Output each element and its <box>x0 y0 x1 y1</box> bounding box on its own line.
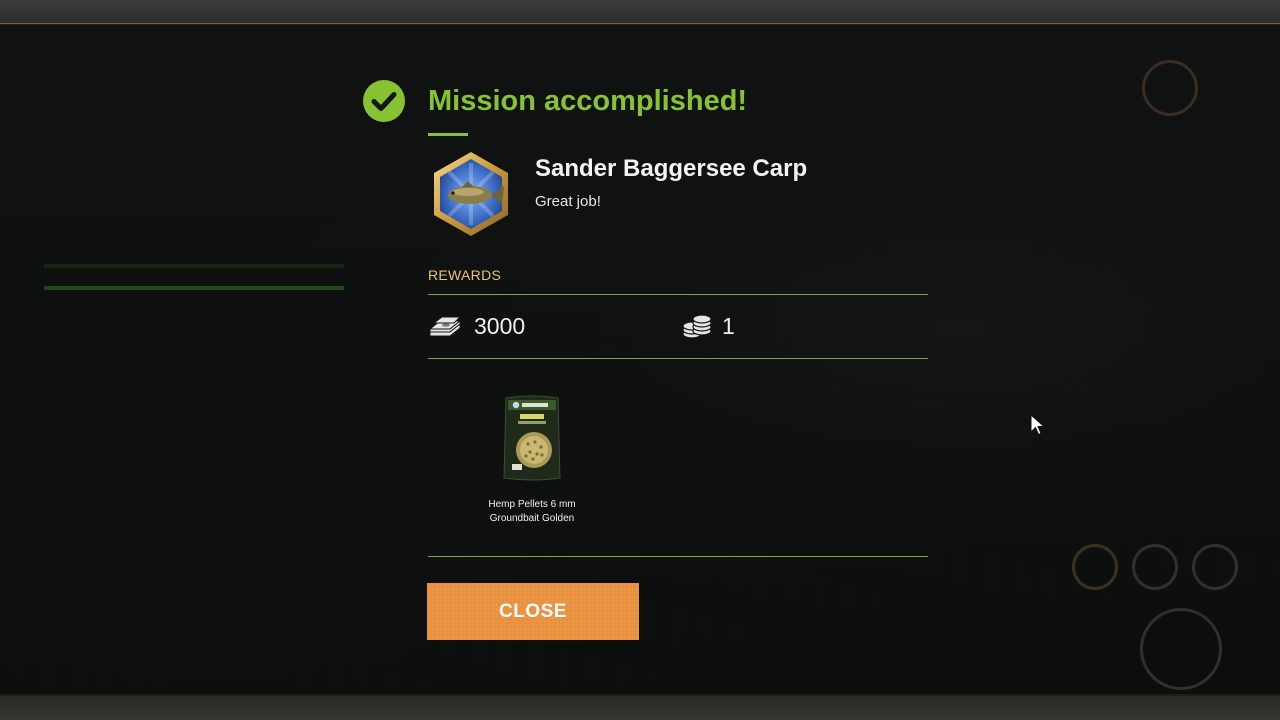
mission-name: Sander Baggersee Carp <box>535 155 808 182</box>
rewards-divider-middle <box>428 358 928 359</box>
reward-item-name-line2: Groundbait Golden <box>489 513 575 524</box>
hemp-pellets-bag-icon <box>503 395 561 481</box>
coin-stack-icon <box>682 314 712 339</box>
rewards-divider-top <box>428 294 928 295</box>
dialog-title: Mission accomplished! <box>428 85 748 117</box>
reward-item-name-line1: Hemp Pellets 6 mm <box>488 499 576 510</box>
title-underline <box>428 133 468 136</box>
cash-reward-value: 3000 <box>474 313 526 339</box>
close-button[interactable]: CLOSE <box>427 583 639 640</box>
fish-trophy-icon <box>434 152 508 236</box>
reward-item-name: Hemp Pellets 6 mm Groundbait Golden <box>470 498 594 526</box>
checkmark-icon <box>363 80 405 122</box>
coin-reward-value: 1 <box>722 313 735 339</box>
money-stack-icon <box>428 316 462 337</box>
mission-complete-dialog: Mission accomplished! Sander Baggersee C… <box>0 0 1280 720</box>
reward-item: Hemp Pellets 6 mm Groundbait Golden <box>470 390 594 530</box>
mouse-cursor-icon <box>1030 414 1046 436</box>
rewards-heading: REWARDS <box>428 267 502 283</box>
mission-subtitle: Great job! <box>535 193 601 210</box>
rewards-divider-bottom <box>428 556 928 557</box>
